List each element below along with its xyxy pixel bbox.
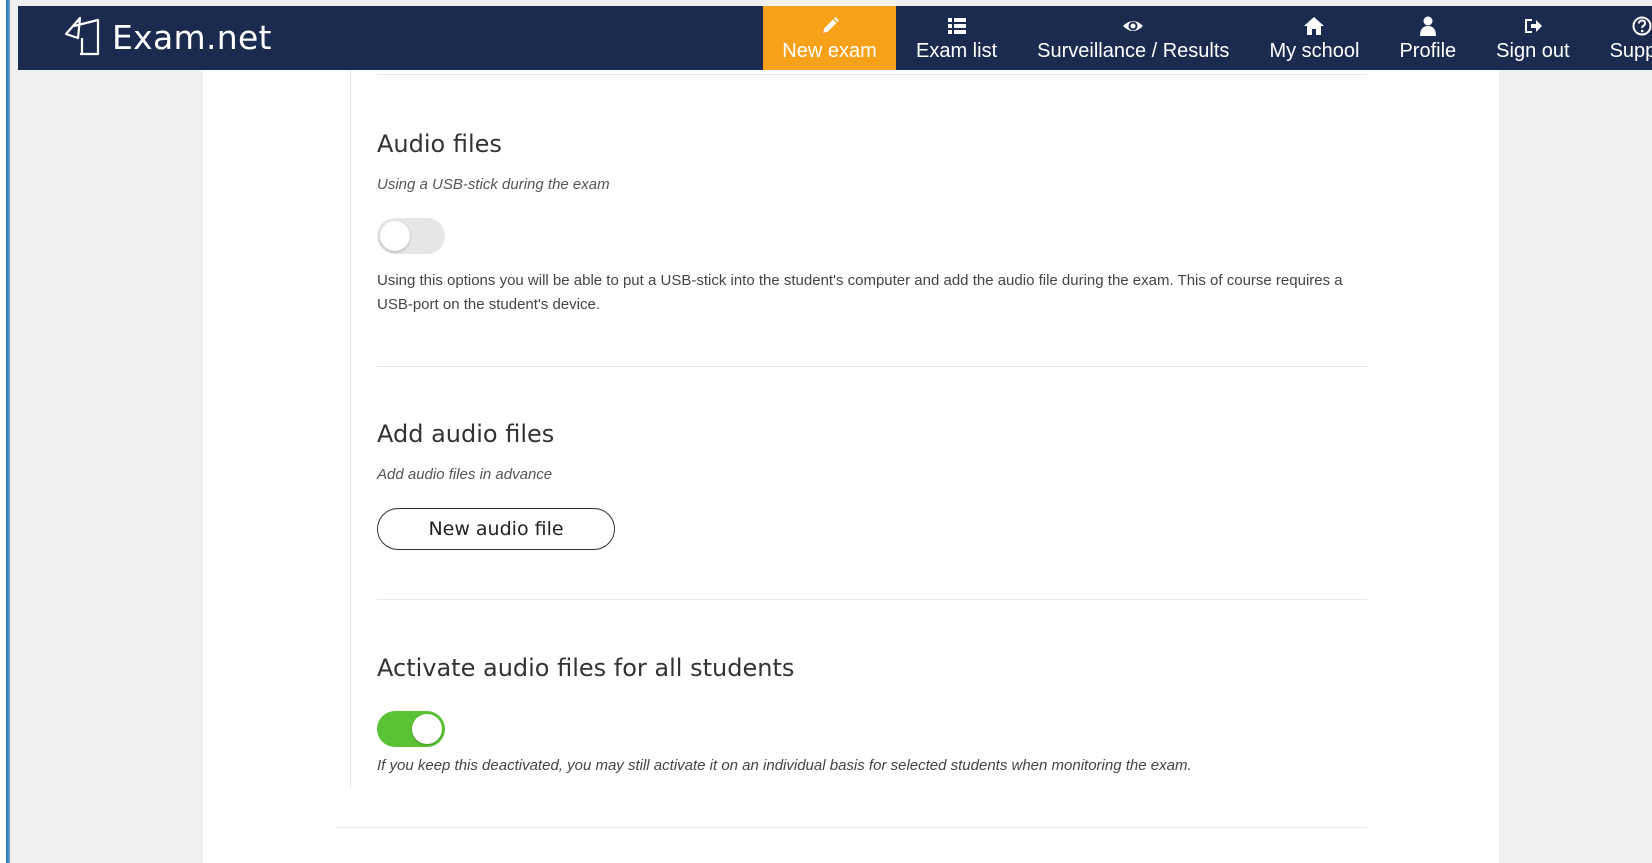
activate-audio-title: Activate audio files for all students (377, 654, 795, 682)
window-edge (0, 0, 10, 863)
list-icon (947, 14, 967, 38)
nav-label: Profile (1399, 40, 1457, 62)
divider (377, 599, 1367, 600)
nav-sign-out[interactable]: Sign out (1476, 6, 1589, 70)
divider (377, 366, 1367, 367)
sign-out-icon (1523, 14, 1543, 38)
nav-label: My school (1269, 40, 1360, 62)
nav-support[interactable]: Suppor (1590, 6, 1652, 70)
audio-files-description: Using this options you will be able to p… (377, 272, 1343, 313)
nav-label: New exam (782, 40, 877, 62)
nav-label: Suppor (1609, 40, 1652, 62)
nav-profile[interactable]: Profile (1379, 6, 1476, 70)
question-icon (1632, 14, 1652, 38)
logo[interactable]: Exam.net (58, 12, 272, 62)
audio-files-subtitle: Using a USB-stick during the exam (377, 176, 610, 193)
add-audio-files-title: Add audio files (377, 420, 555, 448)
activate-audio-toggle[interactable] (377, 711, 445, 747)
nav-my-school[interactable]: My school (1249, 6, 1379, 70)
divider-top (377, 74, 1367, 75)
nav-label: Exam list (916, 40, 998, 62)
nav-new-exam[interactable]: New exam (763, 6, 896, 70)
main-nav: New exam Exam list Surveillance / Result… (763, 6, 1652, 70)
eye-icon (1123, 14, 1144, 38)
nav-label: Surveillance / Results (1037, 40, 1230, 62)
user-icon (1418, 14, 1438, 38)
nav-surveillance-results[interactable]: Surveillance / Results (1017, 6, 1249, 70)
logo-icon (64, 16, 100, 56)
nav-exam-list[interactable]: Exam list (896, 6, 1017, 70)
nav-label: Sign out (1496, 40, 1570, 62)
toggle-knob (380, 221, 410, 251)
top-navigation-bar: Exam.net New exam Exam list Surveillance… (18, 6, 1652, 70)
section-divider-vertical (350, 70, 351, 788)
pencil-icon (820, 14, 840, 38)
divider-bottom (335, 827, 1367, 828)
add-audio-files-subtitle: Add audio files in advance (377, 466, 553, 483)
toggle-knob (412, 714, 442, 744)
logo-text: Exam.net (112, 17, 272, 57)
home-icon (1304, 14, 1325, 38)
usb-audio-toggle[interactable] (377, 218, 445, 254)
activate-audio-note: If you keep this deactivated, you may st… (377, 757, 1192, 774)
audio-files-title: Audio files (377, 130, 502, 158)
new-audio-file-button[interactable]: New audio file (377, 508, 615, 550)
